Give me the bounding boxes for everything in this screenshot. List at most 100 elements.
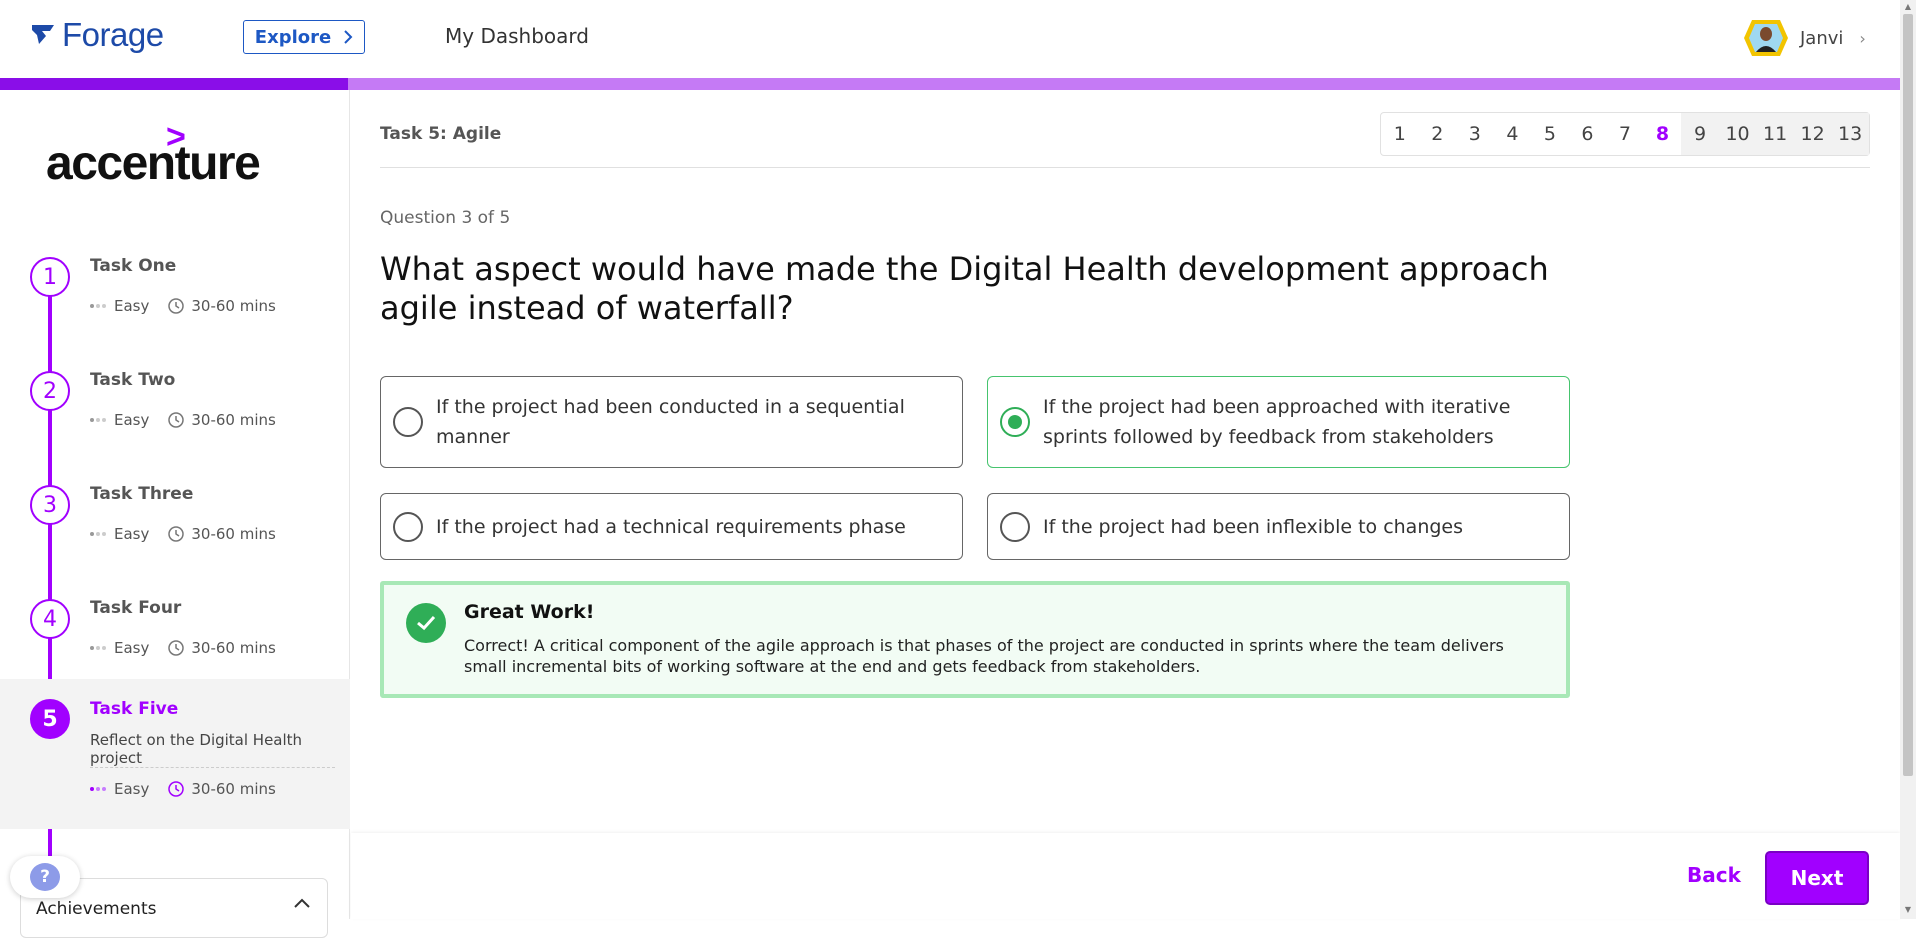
task-duration: 30-60 mins — [191, 297, 276, 315]
page-number-5[interactable]: 5 — [1531, 113, 1569, 155]
task-title: Task One — [90, 256, 177, 276]
sidebar-task-3[interactable]: 3 Task Three Easy 30-60 mins — [0, 471, 350, 585]
user-menu[interactable]: Janvi › — [1742, 16, 1866, 60]
task-duration: 30-60 mins — [191, 411, 276, 429]
page-number-9[interactable]: 9 — [1681, 113, 1719, 155]
quiz-footer: Back Next — [351, 833, 1900, 919]
task-number: 3 — [30, 485, 70, 525]
radio-button[interactable] — [1000, 511, 1030, 542]
answer-option-4[interactable]: If the project had been inflexible to ch… — [987, 493, 1570, 560]
task-subtitle: Reflect on the Digital Health project — [90, 731, 303, 767]
back-button[interactable]: Back — [1687, 863, 1741, 887]
next-button[interactable]: Next — [1765, 851, 1869, 905]
answer-option-3[interactable]: If the project had a technical requireme… — [380, 493, 963, 560]
task-sidebar: > accenture 1 Task One Easy 30-60 mins 2… — [0, 90, 350, 919]
task-duration: 30-60 mins — [191, 639, 276, 657]
clock-icon — [168, 412, 185, 428]
header-divider — [380, 167, 1870, 168]
task-difficulty: Easy — [114, 297, 150, 315]
task-meta: Easy 30-60 mins — [90, 639, 276, 657]
task-meta: Easy 30-60 mins — [90, 780, 276, 798]
question-text: What aspect would have made the Digital … — [380, 250, 1549, 327]
my-dashboard-link[interactable]: My Dashboard — [445, 24, 589, 48]
difficulty-dots-icon — [90, 532, 106, 536]
page-number-4[interactable]: 4 — [1494, 113, 1532, 155]
explore-button[interactable]: Explore — [243, 20, 365, 54]
clock-icon — [168, 298, 185, 314]
page-number-3[interactable]: 3 — [1456, 113, 1494, 155]
feedback-text: Correct! A critical component of the agi… — [464, 636, 1504, 676]
chevron-up-icon — [294, 898, 310, 908]
task-meta: Easy 30-60 mins — [90, 297, 276, 315]
vertical-scrollbar[interactable]: ▲ ▼ — [1900, 0, 1916, 919]
sidebar-task-5[interactable]: 5 Task Five Reflect on the Digital Healt… — [0, 679, 350, 829]
difficulty-dots-icon — [90, 787, 106, 791]
task-difficulty: Easy — [114, 411, 150, 429]
task-title: Task Four — [90, 598, 182, 618]
sidebar-task-1[interactable]: 1 Task One Easy 30-60 mins — [0, 243, 350, 357]
course-progress-fill — [0, 78, 348, 90]
sidebar-task-2[interactable]: 2 Task Two Easy 30-60 mins — [0, 357, 350, 471]
scroll-up-arrow-icon[interactable]: ▲ — [1903, 2, 1913, 12]
task-duration: 30-60 mins — [191, 525, 276, 543]
radio-button[interactable] — [393, 407, 423, 437]
chevron-right-icon — [344, 30, 353, 44]
task-number: 2 — [30, 371, 70, 411]
accenture-logo: > accenture — [46, 118, 261, 191]
task-divider — [90, 767, 335, 768]
task-difficulty: Easy — [114, 780, 150, 798]
task-title: Task Two — [90, 370, 176, 390]
brand-name: accenture — [46, 137, 261, 190]
option-text: If the project had a technical requireme… — [436, 515, 906, 538]
feedback-title: Great Work! — [464, 601, 595, 623]
user-name: Janvi — [1800, 27, 1844, 49]
scrollbar-thumb[interactable] — [1903, 14, 1913, 776]
page-number-10[interactable]: 10 — [1718, 113, 1757, 155]
accenture-gt-mark: > — [166, 118, 186, 156]
achievements-label: Achievements — [36, 899, 157, 919]
difficulty-dots-icon — [90, 418, 106, 422]
top-header: Forage Explore My Dashboard Janvi › — [0, 0, 1900, 78]
question-pager: 1 2 3 4 5 6 7 8 9 10 11 12 13 — [1380, 112, 1870, 156]
checkmark-icon — [406, 603, 446, 643]
help-icon: ? — [30, 863, 60, 891]
task-number: 1 — [30, 257, 70, 297]
page-number-1[interactable]: 1 — [1381, 113, 1419, 155]
clock-icon — [168, 781, 185, 797]
feedback-box: Great Work! Correct! A critical componen… — [380, 581, 1570, 698]
answer-option-2[interactable]: If the project had been approached with … — [987, 376, 1570, 468]
task-difficulty: Easy — [114, 639, 150, 657]
page-number-12[interactable]: 12 — [1793, 113, 1832, 155]
page-number-11[interactable]: 11 — [1756, 113, 1794, 155]
task-difficulty: Easy — [114, 525, 150, 543]
forage-logo[interactable]: Forage — [30, 16, 164, 54]
answer-option-1[interactable]: If the project had been conducted in a s… — [380, 376, 963, 468]
radio-button-selected[interactable] — [1000, 407, 1030, 437]
task-label: Task 5: Agile — [380, 124, 502, 144]
page-number-2[interactable]: 2 — [1419, 113, 1457, 155]
help-button[interactable]: ? — [10, 856, 80, 898]
difficulty-dots-icon — [90, 646, 106, 650]
task-meta: Easy 30-60 mins — [90, 411, 276, 429]
option-text: If the project had been approached with … — [1043, 396, 1511, 448]
page-number-13[interactable]: 13 — [1831, 113, 1869, 155]
forage-logo-icon — [32, 25, 54, 44]
avatar — [1744, 20, 1788, 56]
chevron-right-icon: › — [1859, 28, 1866, 48]
page-number-6[interactable]: 6 — [1569, 113, 1607, 155]
radio-button[interactable] — [393, 511, 423, 542]
scroll-down-arrow-icon[interactable]: ▼ — [1903, 905, 1913, 915]
task-title: Task Five — [90, 699, 179, 719]
course-progress-bar — [0, 78, 1900, 90]
option-text: If the project had been inflexible to ch… — [1043, 515, 1464, 538]
page-number-7[interactable]: 7 — [1606, 113, 1644, 155]
forage-logo-text: Forage — [62, 16, 164, 53]
difficulty-dots-icon — [90, 304, 106, 308]
page-number-8[interactable]: 8 — [1644, 113, 1682, 155]
task-meta: Easy 30-60 mins — [90, 525, 276, 543]
question-count: Question 3 of 5 — [380, 208, 511, 228]
option-text: If the project had been conducted in a s… — [436, 396, 905, 448]
explore-label: Explore — [254, 26, 332, 48]
clock-icon — [168, 526, 185, 542]
task-number: 5 — [30, 699, 70, 739]
